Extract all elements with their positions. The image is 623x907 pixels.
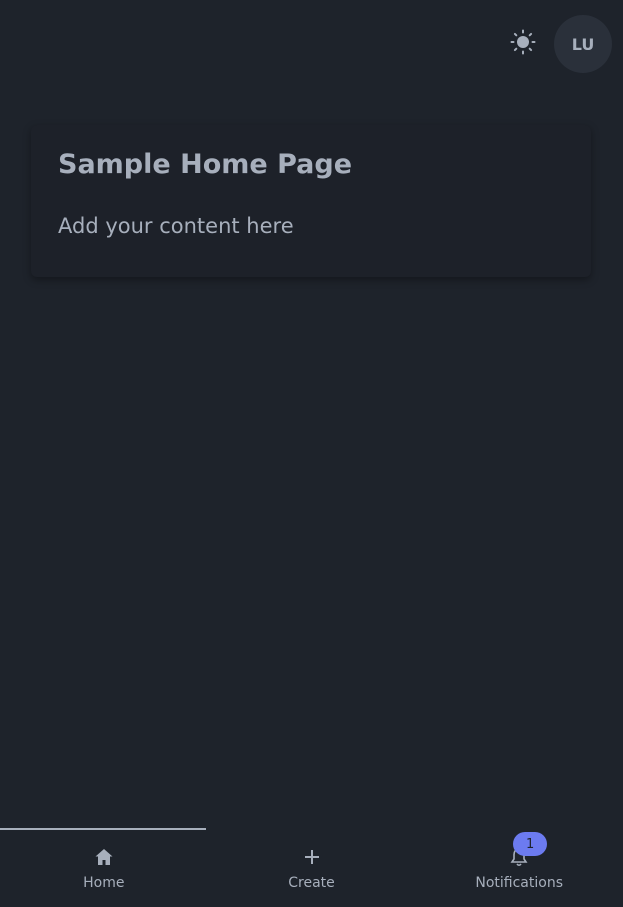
sun-icon [510, 29, 536, 59]
nav-label-create: Create [288, 875, 335, 891]
nav-item-home[interactable]: Home [0, 828, 208, 907]
page-title: Sample Home Page [58, 149, 353, 180]
app-root: LU Sample Home Page Add your content her… [0, 0, 623, 907]
bottom-navigation: Home Create 1 Notifications [0, 828, 623, 907]
card-body-text: Add your content here [58, 214, 294, 238]
nav-label-notifications: Notifications [475, 875, 563, 891]
avatar-initials: LU [571, 34, 595, 54]
home-icon [93, 846, 115, 868]
notification-count-badge: 1 [513, 832, 548, 856]
theme-toggle-button[interactable] [508, 29, 538, 59]
content-card: Sample Home Page Add your content here [31, 125, 591, 277]
nav-label-home: Home [83, 875, 125, 891]
nav-item-notifications[interactable]: 1 Notifications [415, 828, 623, 907]
plus-icon [301, 846, 323, 868]
bell-icon: 1 [508, 832, 548, 868]
nav-item-create[interactable]: Create [208, 828, 416, 907]
user-avatar-button[interactable]: LU [554, 15, 612, 73]
